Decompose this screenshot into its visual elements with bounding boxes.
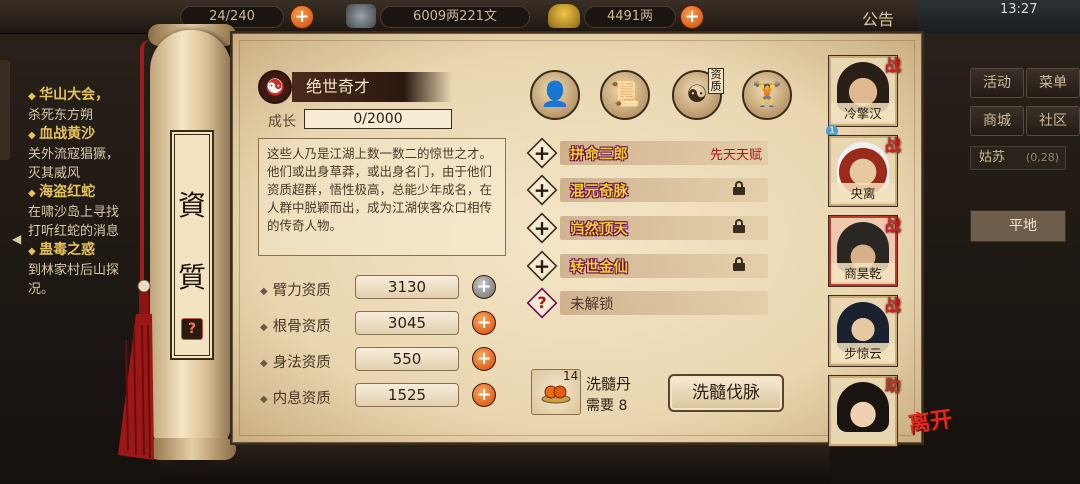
talent-name: 岿然顶天 (570, 222, 628, 238)
hero-portrait[interactable]: 央离 战 (829, 136, 901, 206)
lock-icon (733, 219, 745, 233)
item-requirement: 需要 8 (586, 398, 628, 414)
talent-name: 未解锁 (570, 297, 614, 313)
yinyang-emblem-icon (258, 70, 292, 104)
item-quantity: 14 (563, 369, 579, 383)
gold-display: 4491两 (584, 6, 676, 28)
question-icon: ? (537, 293, 547, 312)
talent-slot-locked[interactable]: ? 未解锁 (526, 287, 772, 319)
growth-label: 成长 (268, 114, 296, 130)
stat-value: 3130 (355, 275, 459, 299)
talent-name: 拼命三郎 (570, 147, 628, 163)
elixir-pill-icon (541, 385, 571, 404)
body-meridian-icon[interactable]: 🏋 (742, 70, 792, 120)
talent-title: 绝世奇才 (292, 72, 452, 102)
add-stat-button[interactable]: + (472, 383, 496, 407)
quest-item[interactable]: 华山大会，杀死东方朔 (28, 86, 158, 125)
add-gold-button[interactable]: + (680, 5, 704, 29)
scroll-bottom-end (148, 438, 236, 460)
hero-face-icon (837, 382, 889, 432)
battle-flag-icon: 战 (884, 216, 901, 235)
hero-portrait-selected[interactable]: 商昊乾 战 (829, 216, 901, 286)
hero-portrait[interactable]: 助 (829, 376, 901, 446)
talent-tag: 先天天赋 (710, 148, 763, 163)
quest-item[interactable]: 海盗红蛇在啸沙岛上寻找 打听红蛇的消息 (28, 183, 158, 241)
activity-button[interactable]: 活动 (970, 68, 1024, 98)
assist-flag-icon: 助 (884, 376, 901, 395)
item-name: 洗髓丹 (586, 375, 632, 393)
notice-button[interactable]: 公告 (862, 6, 894, 30)
location-display: 姑苏 (0,28) (970, 146, 1066, 170)
shop-button[interactable]: 商城 (970, 106, 1024, 136)
scroll-char-1: 資 (177, 189, 206, 222)
wash-marrow-button[interactable]: 洗髓伐脉 (668, 374, 784, 412)
add-stat-button[interactable]: + (472, 311, 496, 335)
talent-name: 转世金仙 (570, 260, 628, 276)
bottom-nav-strip (160, 440, 830, 484)
left-collapse-tab[interactable] (0, 60, 10, 160)
character-hat-icon[interactable]: 👤 (530, 70, 580, 120)
scroll-char-2: 質 (177, 261, 206, 294)
coordinate-readout: (0,28) (1025, 151, 1059, 164)
terrain-display: 平地 (970, 210, 1066, 242)
collapse-arrow-icon[interactable]: ◀ (12, 232, 21, 246)
roof-tiles-decor (918, 0, 1080, 34)
quest-list: 华山大会，杀死东方朔 血战黄沙关外流寇猖獗， 灭其威风 海盗红蛇在啸沙岛上寻找 … (28, 86, 158, 299)
stat-value: 550 (355, 347, 459, 371)
stat-value: 1525 (355, 383, 459, 407)
red-tassel-icon (118, 280, 154, 460)
aptitude-tab-label: 资质 (708, 68, 724, 94)
lock-icon (733, 181, 745, 195)
battle-flag-icon: 战 (884, 296, 901, 315)
plus-icon: + (533, 254, 551, 278)
stat-label: 根骨资质 (260, 315, 356, 336)
growth-value: 0/2000 (304, 109, 452, 129)
add-stat-button[interactable]: + (472, 347, 496, 371)
stat-value: 3045 (355, 311, 459, 335)
game-screen: 24/240 + 6009两221文 4491两 + 公告 13:27 ◀ 华山… (0, 0, 1080, 484)
clock: 13:27 (1000, 2, 1038, 17)
leave-button[interactable]: 离开 (906, 401, 954, 439)
talent-description: 这些人乃是江湖上数一数二的惊世之才。他们或出身草莽，或出身名门，由于他们资质超群… (258, 138, 506, 256)
silver-display: 6009两221文 (380, 6, 530, 28)
talent-slot[interactable]: + 转世金仙 (526, 250, 772, 282)
scroll-cord (140, 40, 150, 290)
gold-ingot-icon (548, 4, 580, 28)
help-button[interactable]: ? (181, 318, 203, 340)
battle-flag-icon: 战 (884, 56, 901, 75)
talent-slot[interactable]: + 岿然顶天 (526, 212, 772, 244)
community-button[interactable]: 社区 (1026, 106, 1080, 136)
stat-label: 臂力资质 (260, 279, 356, 300)
add-stat-button[interactable]: + (472, 275, 496, 299)
hero-portrait[interactable]: 冷擎汉 战 (829, 56, 901, 126)
stat-label: 内息资质 (260, 387, 356, 408)
plus-icon: + (533, 141, 551, 165)
plus-icon: + (533, 178, 551, 202)
talent-slot[interactable]: + 拼命三郎 先天天赋 (526, 137, 772, 169)
stat-label: 身法资质 (260, 351, 356, 372)
plus-icon: + (533, 216, 551, 240)
hero-portrait[interactable]: 步惊云 战 (829, 296, 901, 366)
talent-name: 混元奇脉 (570, 184, 628, 200)
add-stamina-button[interactable]: + (290, 5, 314, 29)
battle-flag-icon: 战 (884, 136, 901, 155)
silver-coin-icon (346, 4, 376, 28)
menu-button[interactable]: 菜单 (1026, 68, 1080, 98)
book-icon[interactable]: 📜 (600, 70, 650, 120)
quest-item[interactable]: 血战黄沙关外流寇猖獗， 灭其威风 (28, 125, 158, 183)
lock-icon (733, 257, 745, 271)
talent-slot[interactable]: + 混元奇脉 (526, 174, 772, 206)
